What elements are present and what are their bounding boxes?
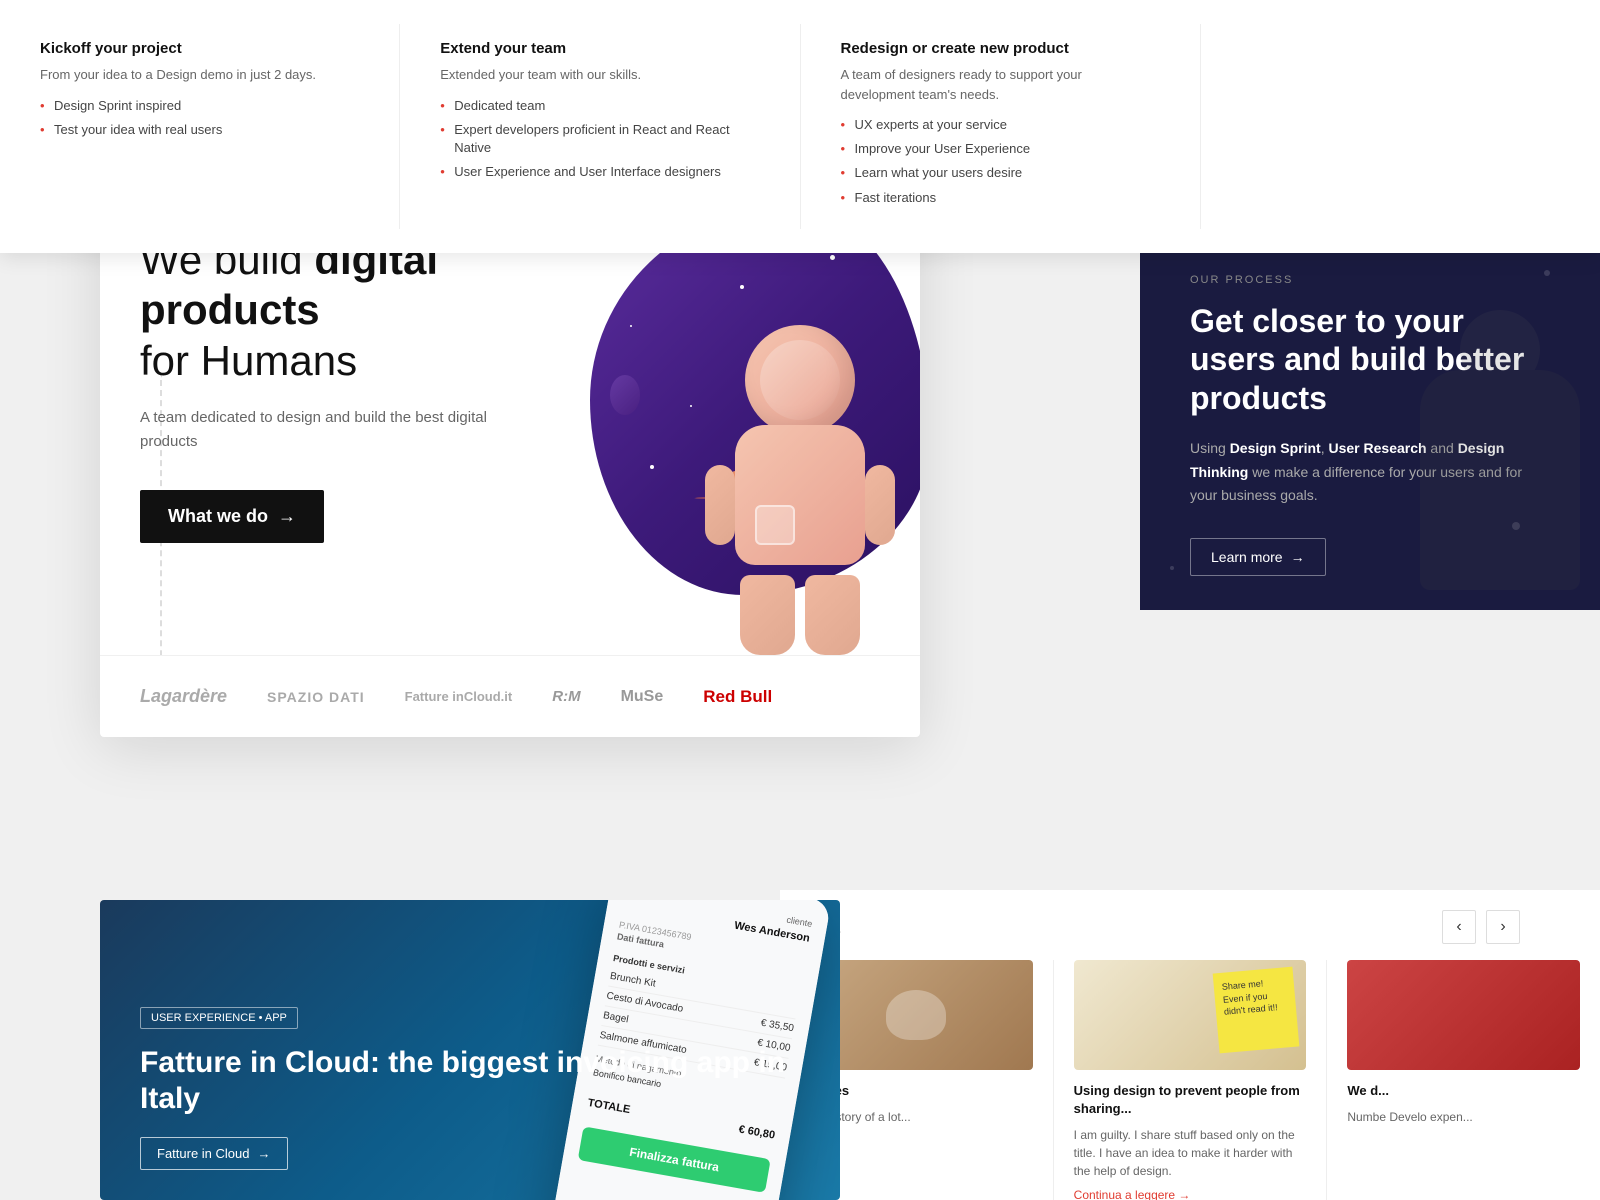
blog-card-title-2: We d... [1347,1082,1580,1100]
invoice-item-name: Brunch Kit [609,971,656,990]
astronaut-leg-right [805,575,860,655]
blog-next-button[interactable]: › [1486,910,1520,944]
dot-decoration [1544,270,1550,276]
dropdown-item[interactable]: UX experts at your service [841,116,1160,134]
logo-muse: MuSe [621,688,664,706]
hero-headline: We build digital products for Humans [140,235,520,386]
dropdown-item[interactable]: Learn what your users desire [841,164,1160,182]
dropdown-item[interactable]: Improve your User Experience [841,140,1160,158]
logo-lagardere: Lagardère [140,686,227,707]
blog-card-2: We d... Numbe Develo expen... [1327,960,1600,1200]
astronaut-helmet [745,325,855,435]
astronaut-badge [755,505,795,545]
process-section: OUR PROCESS Get closer to your users and… [1140,240,1600,610]
astronaut-arm-right [865,465,895,545]
process-design-sprint: Design Sprint [1230,440,1321,456]
dropdown-col-redesign-desc: A team of designers ready to support you… [841,65,1160,104]
portfolio-title: Fatture in Cloud: the biggest invoicing … [140,1045,840,1117]
logos-section: Lagardère SPAZIO DATI Fatture inCloud.it… [100,655,920,737]
blog-card-title-1: Using design to prevent people from shar… [1074,1082,1307,1118]
dropdown-menu: Kickoff your project From your idea to a… [0,0,1600,253]
logo-spaziodati: SPAZIO DATI [267,689,365,705]
dropdown-item[interactable]: Fast iterations [841,189,1160,207]
logo-rm: R:M [552,688,580,705]
portfolio-link-label: Fatture in Cloud [157,1146,250,1161]
moon-decoration [610,375,640,415]
learn-more-arrow-icon: → [1291,549,1305,565]
dropdown-col-extend-title: Extend your team [440,40,759,57]
portfolio-card: USER EXPERIENCE • APP Fatture in Cloud: … [100,900,840,1200]
star-decoration [650,465,654,469]
hero-illustration [560,195,920,655]
blog-card-image-2 [1347,960,1580,1070]
cta-label: What we do [168,506,268,527]
blog-card-1: Share me! Even if you didn't read it!! U… [1054,960,1328,1200]
dropdown-col-kickoff-title: Kickoff your project [40,40,359,57]
dropdown-col-redesign-title: Redesign or create new product [841,40,1160,57]
cta-arrow-icon: → [278,506,296,527]
hero-headline-end: for Humans [140,337,357,384]
dropdown-item[interactable]: Test your idea with real users [40,121,359,139]
person-body [1420,370,1580,590]
portfolio-content: USER EXPERIENCE • APP Fatture in Cloud: … [140,1007,840,1170]
blog-navigation: ‹ › [1442,910,1520,944]
dropdown-col-redesign: Redesign or create new product A team of… [801,24,1201,229]
blog-section: ka ‹ › bgames ...new story of a lot... S… [780,890,1600,1200]
learn-more-button[interactable]: Learn more → [1190,538,1326,576]
astronaut-leg-left [740,575,795,655]
blog-cards-container: bgames ...new story of a lot... Share me… [780,960,1600,1200]
astronaut-figure [700,325,900,655]
process-label: OUR PROCESS [1190,274,1550,286]
portfolio-link-arrow: → [258,1146,271,1161]
star-decoration [830,255,835,260]
dropdown-col-kickoff: Kickoff your project From your idea to a… [0,24,400,229]
blog-header: ka ‹ › [820,910,1520,944]
blog-read-more-1[interactable]: Continua a leggere → [1074,1188,1307,1200]
dropdown-item[interactable]: Design Sprint inspired [40,97,359,115]
dot-decoration [1170,566,1174,570]
astronaut-legs [700,575,900,655]
blog-prev-button[interactable]: ‹ [1442,910,1476,944]
dropdown-item[interactable]: User Experience and User Interface desig… [440,163,759,181]
dropdown-item[interactable]: Expert developers proficient in React an… [440,121,759,157]
blog-card-excerpt-2: Numbe Develo expen... [1347,1108,1580,1126]
dropdown-col-kickoff-desc: From your idea to a Design demo in just … [40,65,359,85]
dropdown-col-empty [1201,24,1600,229]
star-decoration [690,405,692,407]
logo-redbull: Red Bull [703,687,772,707]
hero-text: We build digital products for Humans A t… [140,235,520,543]
portfolio-link-button[interactable]: Fatture in Cloud → [140,1137,288,1170]
dropdown-col-extend: Extend your team Extended your team with… [400,24,800,229]
sticky-note-illustration: Share me! Even if you didn't read it!! [1213,967,1300,1054]
dropdown-col-extend-desc: Extended your team with our skills. [440,65,759,85]
blog-card-image-1: Share me! Even if you didn't read it!! [1074,960,1307,1070]
star-decoration [630,325,632,327]
person-silhouette [1400,290,1600,610]
learn-more-label: Learn more [1211,549,1283,565]
portfolio-tag: USER EXPERIENCE • APP [140,1007,298,1029]
logo-fatture: Fatture inCloud.it [405,689,513,704]
astronaut-torso [735,425,865,565]
star-decoration [740,285,744,289]
cta-button[interactable]: What we do → [140,490,324,543]
blog-card-excerpt-1: I am guilty. I share stuff based only on… [1074,1126,1307,1180]
hero-description: A team dedicated to design and build the… [140,406,520,454]
astronaut-arm-left [705,465,735,545]
dropdown-item[interactable]: Dedicated team [440,97,759,115]
